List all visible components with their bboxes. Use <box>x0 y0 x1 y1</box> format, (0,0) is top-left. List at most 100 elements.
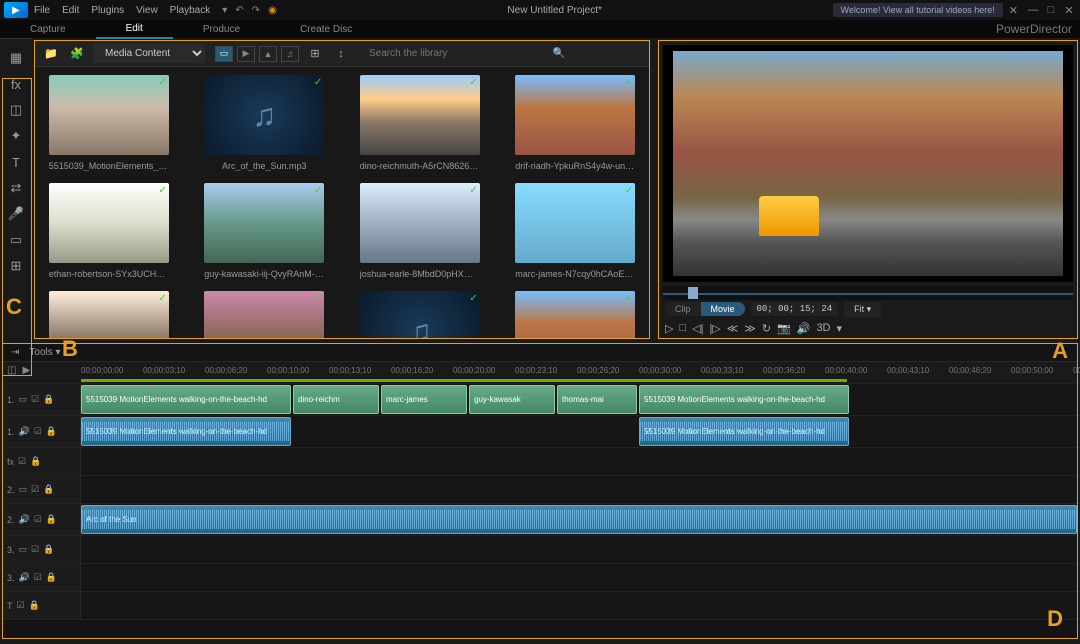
visible-icon[interactable]: ☑ <box>31 484 39 495</box>
align-icon[interactable]: ⇥ <box>11 347 19 358</box>
media-item[interactable]: ✓5515039_MotionElements_walking-... <box>43 75 175 171</box>
media-thumbnail[interactable]: ✓ <box>515 183 635 263</box>
particle-room-icon[interactable]: ✦ <box>2 124 30 148</box>
visible-icon[interactable]: ☑ <box>17 600 25 611</box>
media-item[interactable]: ✓drif-riadh-YpkuRnS4y4w-unsplash.jpg <box>510 75 642 171</box>
mode-clip[interactable]: Clip <box>665 302 701 316</box>
redo-icon[interactable]: ↷ <box>252 5 260 16</box>
grid-view-icon[interactable]: ⊞ <box>305 45 325 63</box>
media-item[interactable]: ✓joshua-earle-8MbdD0pHXGY-unspl... <box>354 183 486 279</box>
tab-edit[interactable]: Edit <box>96 20 173 39</box>
visible-icon[interactable]: ☑ <box>34 514 42 525</box>
visible-icon[interactable]: ☑ <box>18 456 26 467</box>
lock-icon[interactable]: 🔒 <box>30 456 41 467</box>
banner-close-icon[interactable]: ✕ <box>1009 4 1018 17</box>
volume-icon[interactable]: 🔊 <box>797 322 811 335</box>
video-clip[interactable]: dino-reichm <box>293 385 379 414</box>
video-clip[interactable]: 5515039 MotionElements walking-on-the-be… <box>639 385 849 414</box>
media-thumbnail[interactable]: ✓ <box>204 291 324 338</box>
video-clip[interactable]: guy-kawasak <box>469 385 555 414</box>
media-item[interactable]: ✓ethan-robertson-SYx3UCHZJlo-unspl... <box>43 183 175 279</box>
lock-icon[interactable]: 🔒 <box>43 484 54 495</box>
media-item[interactable]: ✓ <box>354 291 486 338</box>
visible-icon[interactable]: ☑ <box>34 572 42 583</box>
tab-create-disc[interactable]: Create Disc <box>270 21 382 38</box>
timeline-tools-dropdown[interactable]: Tools ▾ <box>29 347 60 358</box>
media-room-icon[interactable]: ▦ <box>2 46 30 70</box>
subtitle-room-icon[interactable]: ⊞ <box>2 254 30 278</box>
close-icon[interactable]: ✕ <box>1062 4 1076 17</box>
media-item[interactable]: ✓dino-reichmuth-A5rCN8626Ck-uns... <box>354 75 486 171</box>
preview-scrubber[interactable] <box>663 286 1073 300</box>
menu-playback[interactable]: Playback <box>170 5 211 16</box>
welcome-banner[interactable]: Welcome! View all tutorial videos here! <box>833 3 1003 17</box>
track-next-icon[interactable]: ▶| <box>22 365 32 376</box>
media-thumbnail[interactable]: ✓ <box>204 75 324 155</box>
mode-movie[interactable]: Movie <box>701 302 745 316</box>
lock-icon[interactable]: 🔒 <box>29 600 40 611</box>
lock-icon[interactable]: 🔒 <box>46 426 57 437</box>
menu-view[interactable]: View <box>136 5 158 16</box>
minimize-icon[interactable]: — <box>1026 4 1040 17</box>
media-thumbnail[interactable]: ✓ <box>49 75 169 155</box>
video-clip[interactable]: 5515039 MotionElements walking-on-the-be… <box>81 385 291 414</box>
media-filter-dropdown[interactable]: Media Content <box>93 44 205 63</box>
rewind-icon[interactable]: ≪ <box>727 322 739 335</box>
tab-produce[interactable]: Produce <box>173 21 270 38</box>
audio-clip[interactable]: 5515039 MotionElements walking-on-the-be… <box>81 417 291 446</box>
media-item[interactable]: ✓ <box>199 291 331 338</box>
cloud-icon[interactable]: ◉ <box>268 5 277 16</box>
preview-viewport[interactable] <box>663 45 1073 282</box>
visible-icon[interactable]: ☑ <box>31 394 39 405</box>
scrub-handle[interactable] <box>688 287 698 299</box>
visible-icon[interactable]: ☑ <box>31 544 39 555</box>
prev-frame-icon[interactable]: ◁| <box>692 322 703 335</box>
lock-icon[interactable]: 🔒 <box>46 514 57 525</box>
undo-icon[interactable]: ↶ <box>235 5 243 16</box>
menu-plugins[interactable]: Plugins <box>91 5 124 16</box>
media-item[interactable]: ✓Arc_of_the_Sun.mp3 <box>199 75 331 171</box>
media-item[interactable]: ✓ <box>510 291 642 338</box>
audio-clip[interactable]: 5515039 MotionElements walking-on-the-be… <box>639 417 849 446</box>
media-item[interactable]: ✓guy-kawasaki-iij-QvyRAnM-unsplas... <box>199 183 331 279</box>
filter-audio-icon[interactable]: ♫ <box>281 46 299 62</box>
media-thumbnail[interactable]: ✓ <box>515 291 635 338</box>
visible-icon[interactable]: ☑ <box>34 426 42 437</box>
import-icon[interactable]: 📁 <box>41 45 61 63</box>
play-icon[interactable]: ▷ <box>665 322 673 335</box>
menu-file[interactable]: File <box>34 5 50 16</box>
media-thumbnail[interactable]: ✓ <box>49 291 169 338</box>
snapshot-icon[interactable]: 📷 <box>777 322 791 335</box>
tab-capture[interactable]: Capture <box>0 21 96 38</box>
plugin-icon[interactable]: 🧩 <box>67 45 87 63</box>
media-thumbnail[interactable]: ✓ <box>204 183 324 263</box>
filter-all-icon[interactable]: ▭ <box>215 46 233 62</box>
lock-icon[interactable]: 🔒 <box>43 544 54 555</box>
preview-zoom-dropdown[interactable]: Fit ▾ <box>844 302 881 317</box>
video-clip[interactable]: thomas-mai <box>557 385 637 414</box>
maximize-icon[interactable]: □ <box>1044 4 1058 17</box>
3d-icon[interactable]: 3D <box>816 322 830 334</box>
fforward-icon[interactable]: ≫ <box>744 322 756 335</box>
filter-image-icon[interactable]: ▲ <box>259 46 277 62</box>
preview-mode-toggle[interactable]: Clip Movie <box>665 302 745 316</box>
transition-room-icon[interactable]: ⇄ <box>2 176 30 200</box>
sort-icon[interactable]: ↕ <box>331 45 351 63</box>
search-input[interactable] <box>365 46 553 61</box>
lock-icon[interactable]: 🔒 <box>43 394 54 405</box>
preview-menu-icon[interactable]: ▾ <box>837 322 843 335</box>
track-collapse-icon[interactable]: ◫ <box>7 365 16 376</box>
filter-video-icon[interactable]: ▶ <box>237 46 255 62</box>
media-thumbnail[interactable]: ✓ <box>515 75 635 155</box>
loop-icon[interactable]: ↻ <box>762 322 771 335</box>
title-room-icon[interactable]: T <box>2 150 30 174</box>
media-item[interactable]: ✓ <box>43 291 175 338</box>
media-item[interactable]: ✓marc-james-N7cqy0hCAoE-unsplas... <box>510 183 642 279</box>
audio-clip[interactable]: Arc of the Sun <box>81 505 1077 534</box>
media-thumbnail[interactable]: ✓ <box>360 291 480 338</box>
lock-icon[interactable]: 🔒 <box>46 572 57 583</box>
next-frame-icon[interactable]: |▷ <box>709 322 720 335</box>
chapter-room-icon[interactable]: ▭ <box>2 228 30 252</box>
media-search[interactable] <box>365 46 565 61</box>
media-thumbnail[interactable]: ✓ <box>360 75 480 155</box>
